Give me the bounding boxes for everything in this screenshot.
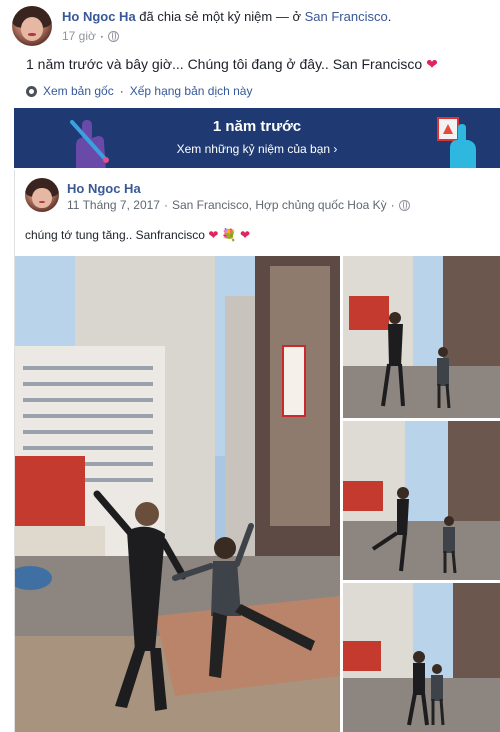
shared-meta: 11 Tháng 7, 2017 · San Francisco, Hợp ch… xyxy=(67,198,410,212)
post-location-suffix: . xyxy=(387,9,392,24)
shared-author-name[interactable]: Ho Ngoc Ha xyxy=(67,181,141,196)
gear-icon[interactable] xyxy=(26,85,37,97)
memory-title: 1 năm trước xyxy=(212,118,302,135)
globe-icon[interactable] xyxy=(107,30,119,42)
post-text-body: 1 năm trước và bây giờ... Chúng tôi đang… xyxy=(26,56,423,72)
post-meta: 17 giờ · xyxy=(62,29,119,43)
shared-post-card: Ho Ngoc Ha 11 Tháng 7, 2017 · San Franci… xyxy=(14,170,500,732)
flower-icon: 💐 xyxy=(221,228,237,242)
translation-row: Xem bản gốc · Xếp hạng bản dịch này xyxy=(26,84,252,98)
see-original-link[interactable]: Xem bản gốc xyxy=(43,84,114,98)
heart-icon: ❤ xyxy=(208,228,219,242)
memory-banner[interactable]: 1 năm trước Xem những kỷ niệm của bạn › xyxy=(14,108,500,168)
globe-icon[interactable] xyxy=(398,199,410,211)
heart-icon: ❤ xyxy=(240,228,251,242)
post-header-line: Ho Ngoc Ha đã chia sẻ một kỷ niệm — ở Sa… xyxy=(62,9,391,24)
photo-thumbnail-2[interactable] xyxy=(343,421,500,580)
post-action: đã chia sẻ một kỷ niệm — ở xyxy=(139,9,301,24)
shared-date[interactable]: 11 Tháng 7, 2017 xyxy=(67,198,160,212)
post-header: Ho Ngoc Ha đã chia sẻ một kỷ niệm — ở Sa… xyxy=(0,0,500,46)
shared-location[interactable]: San Francisco, Hợp chủng quốc Hoa Kỳ xyxy=(172,198,387,212)
rate-translation-link[interactable]: Xếp hạng bản dịch này xyxy=(130,84,253,98)
author-avatar[interactable] xyxy=(12,6,52,46)
post-text: 1 năm trước và bây giờ... Chúng tôi đang… xyxy=(26,56,438,73)
hand-right-icon xyxy=(437,117,476,168)
heart-icon: ❤ xyxy=(426,56,438,72)
photo-thumbnail-1[interactable] xyxy=(343,256,500,418)
shared-text: chúng tớ tung tăng.. Sanfrancisco ❤ 💐 ❤ xyxy=(25,228,250,242)
post-location[interactable]: San Francisco xyxy=(305,9,388,24)
shared-author-avatar[interactable] xyxy=(25,178,59,212)
photo-main[interactable] xyxy=(15,256,340,732)
shared-separator: · xyxy=(163,198,168,212)
memory-subtitle-link[interactable]: Xem những kỷ niệm của bạn › xyxy=(14,142,500,156)
shared-text-body: chúng tớ tung tăng.. Sanfrancisco xyxy=(25,228,205,242)
photo-thumbnail-3[interactable] xyxy=(343,583,500,732)
post-time[interactable]: 17 giờ xyxy=(62,29,96,43)
author-name[interactable]: Ho Ngoc Ha xyxy=(62,9,136,24)
